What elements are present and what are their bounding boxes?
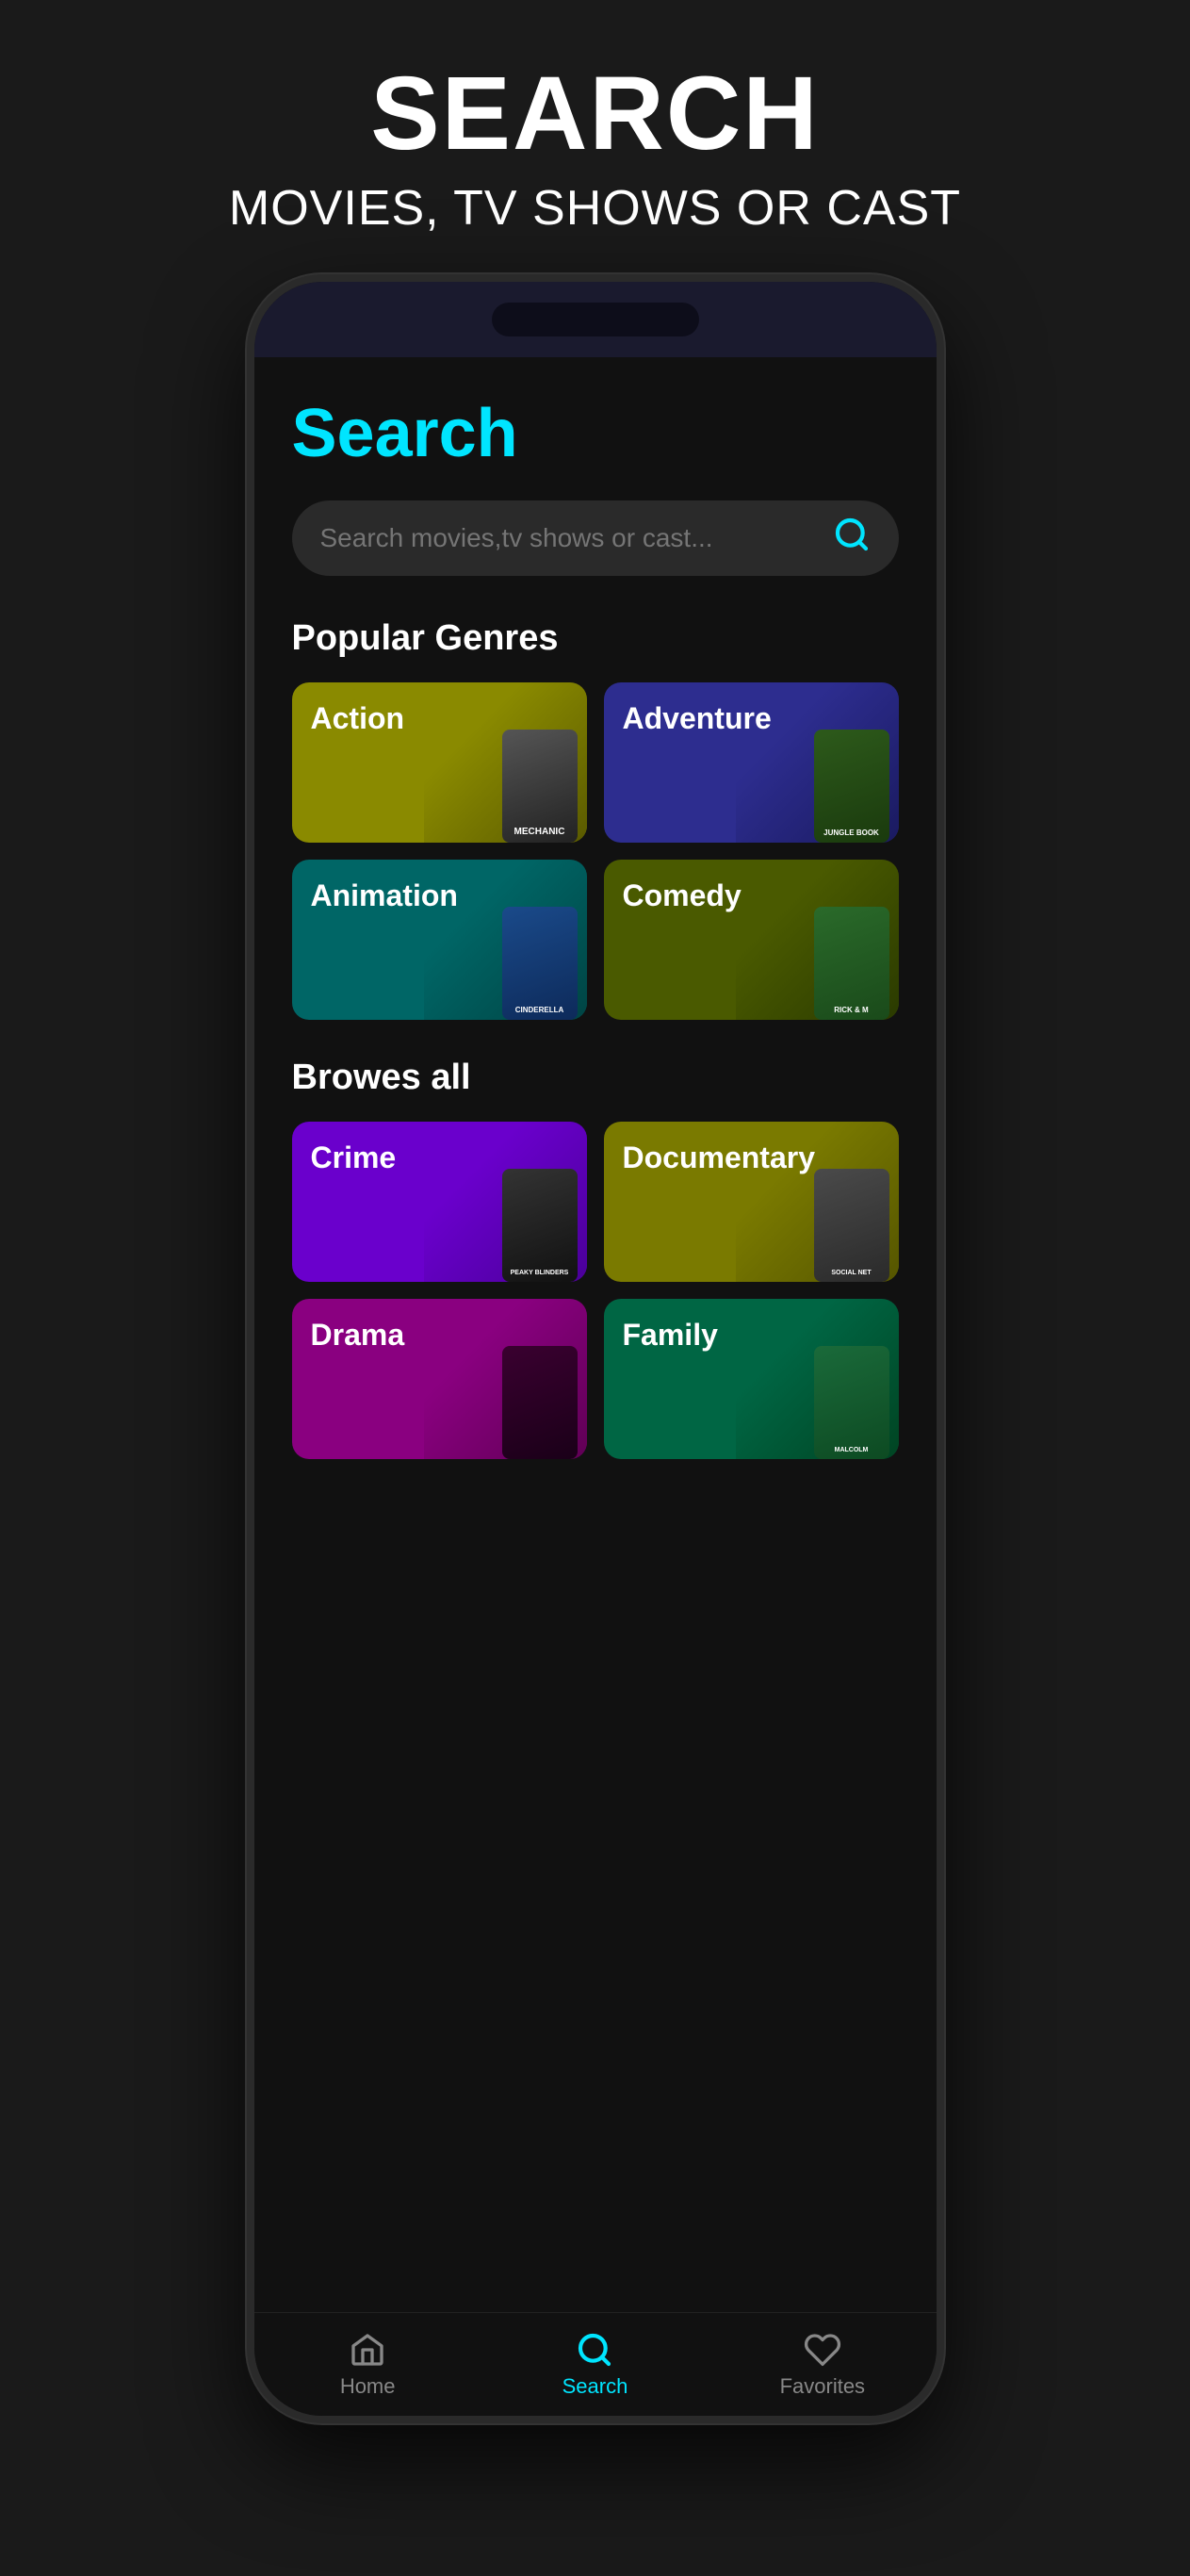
- genre-card-drama[interactable]: Drama: [292, 1299, 587, 1459]
- home-icon: [349, 2331, 386, 2369]
- poster-drama-person: [502, 1346, 578, 1459]
- browse-all-title: Browes all: [292, 1058, 899, 1098]
- phone-button-power: [940, 640, 944, 772]
- genre-card-animation[interactable]: Animation Cinderella: [292, 860, 587, 1020]
- genre-card-adventure[interactable]: Adventure Jungle Book: [604, 682, 899, 843]
- popular-genres-grid: Action MECHANIC Adventure Jungle Book: [292, 682, 899, 1020]
- genre-card-action[interactable]: Action MECHANIC: [292, 682, 587, 843]
- poster-jungle: Jungle Book: [814, 730, 889, 843]
- genre-label-documentary: Documentary: [623, 1140, 816, 1175]
- phone-top-bar: [254, 282, 937, 357]
- search-input[interactable]: [320, 523, 819, 553]
- genre-label-animation: Animation: [311, 878, 458, 913]
- browse-all-grid: Crime PEAKY BLINDERS Documentary Social …: [292, 1122, 899, 1459]
- genre-img-crime: PEAKY BLINDERS: [424, 1122, 586, 1282]
- nav-label-favorites: Favorites: [780, 2374, 865, 2399]
- genre-card-crime[interactable]: Crime PEAKY BLINDERS: [292, 1122, 587, 1282]
- heart-icon: [804, 2331, 841, 2369]
- popular-genres-title: Popular Genres: [292, 618, 899, 659]
- genre-img-comedy: Rick & M: [736, 860, 898, 1020]
- genre-img-action: MECHANIC: [424, 682, 586, 843]
- genre-card-comedy[interactable]: Comedy Rick & M: [604, 860, 899, 1020]
- nav-label-search: Search: [562, 2374, 628, 2399]
- nav-item-favorites[interactable]: Favorites: [709, 2331, 936, 2399]
- bottom-nav: Home Search Favorites: [254, 2312, 937, 2416]
- genre-label-crime: Crime: [311, 1140, 397, 1175]
- poster-malcolm: Malcolm: [814, 1346, 889, 1459]
- poster-cinderella: Cinderella: [502, 907, 578, 1020]
- genre-card-documentary[interactable]: Documentary Social Net: [604, 1122, 899, 1282]
- nav-item-search[interactable]: Search: [481, 2331, 709, 2399]
- genre-label-comedy: Comedy: [623, 878, 742, 913]
- phone-frame: Search Popular Genres Action MECHANIC: [247, 274, 944, 2423]
- top-header: SEARCH MOVIES, TV SHOWS OR CAST: [0, 0, 1190, 274]
- main-subtitle: MOVIES, TV SHOWS OR CAST: [38, 180, 1152, 237]
- poster-mechanic: MECHANIC: [502, 730, 578, 843]
- poster-peaky: PEAKY BLINDERS: [502, 1169, 578, 1282]
- genre-img-drama: [424, 1299, 586, 1459]
- genre-label-drama: Drama: [311, 1318, 405, 1353]
- genre-label-family: Family: [623, 1318, 718, 1353]
- poster-social: Social Net: [814, 1169, 889, 1282]
- poster-rick: Rick & M: [814, 907, 889, 1020]
- phone-camera: [492, 303, 699, 336]
- phone-content: Search Popular Genres Action MECHANIC: [254, 357, 937, 2312]
- genre-label-adventure: Adventure: [623, 701, 772, 736]
- genre-label-action: Action: [311, 701, 405, 736]
- phone-button-volume-up: [247, 612, 251, 706]
- search-heading: Search: [292, 395, 899, 472]
- genre-img-family: Malcolm: [736, 1299, 898, 1459]
- search-nav-icon: [576, 2331, 613, 2369]
- main-title: SEARCH: [38, 57, 1152, 171]
- search-submit-button[interactable]: [833, 516, 871, 562]
- genre-card-family[interactable]: Family Malcolm: [604, 1299, 899, 1459]
- phone-button-volume-down: [247, 715, 251, 810]
- search-bar[interactable]: [292, 500, 899, 576]
- nav-item-home[interactable]: Home: [254, 2331, 481, 2399]
- phone-button-volume-silent: [247, 527, 251, 593]
- nav-label-home: Home: [340, 2374, 396, 2399]
